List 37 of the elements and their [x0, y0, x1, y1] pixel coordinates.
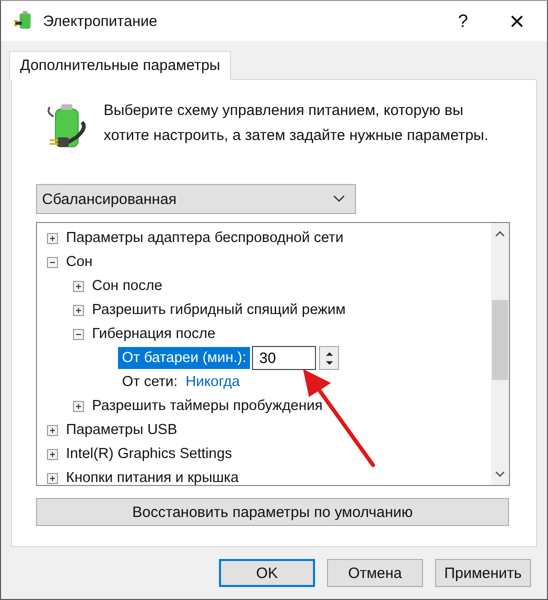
dialog-button[interactable]: Применить: [435, 559, 531, 587]
setting-label[interactable]: От батареи (мин.):: [118, 347, 250, 369]
expand-icon[interactable]: [47, 424, 58, 436]
minutes-field[interactable]: 30: [252, 346, 316, 370]
scrollbar[interactable]: [491, 223, 509, 485]
restore-defaults-button[interactable]: Восстановить параметры по умолчанию: [36, 498, 509, 526]
value-link[interactable]: Никогда: [186, 374, 240, 390]
expand-icon[interactable]: [73, 304, 84, 316]
collapse-icon[interactable]: [73, 328, 84, 340]
tab[interactable]: Дополнительные параметры: [9, 51, 232, 80]
scroll-up-icon[interactable]: [495, 231, 505, 237]
window-title: Электропитание: [43, 12, 158, 30]
plan-dropdown[interactable]: Сбалансированная: [36, 184, 356, 214]
tree-item[interactable]: Кнопки питания и крышка: [66, 470, 239, 485]
tree-item[interactable]: Intel(R) Graphics Settings: [66, 446, 232, 462]
expand-icon[interactable]: [47, 448, 58, 460]
tree-item[interactable]: Гибернация после: [92, 326, 216, 342]
expand-icon[interactable]: [47, 232, 58, 244]
tree-item[interactable]: Параметры USB: [66, 422, 178, 438]
help-button[interactable]: ?: [439, 1, 487, 41]
collapse-icon[interactable]: [47, 256, 58, 268]
chevron-down-icon: [333, 195, 345, 203]
tree-item[interactable]: Сон после: [92, 278, 162, 294]
expand-icon[interactable]: [73, 400, 84, 412]
dialog-button[interactable]: Отмена: [327, 559, 423, 587]
expand-icon[interactable]: [73, 280, 84, 292]
dialog-button[interactable]: OK: [219, 559, 315, 587]
expand-icon[interactable]: [47, 472, 58, 484]
tree-item[interactable]: Разрешить таймеры пробуждения: [92, 398, 323, 414]
tree-item[interactable]: Сон: [66, 254, 93, 270]
tree-item[interactable]: Параметры адаптера беспроводной сети: [66, 230, 344, 246]
spin-buttons[interactable]: [319, 346, 340, 370]
tree-item[interactable]: Разрешить гибридный спящий режим: [92, 302, 346, 318]
close-button[interactable]: ×: [487, 1, 547, 41]
setting-label[interactable]: От сети:: [118, 371, 182, 393]
scroll-down-icon[interactable]: [495, 471, 505, 477]
description-text: Выберите схему управления питанием, которую вы хотите настроить, а затем задайте нужные параметры.: [104, 101, 490, 146]
